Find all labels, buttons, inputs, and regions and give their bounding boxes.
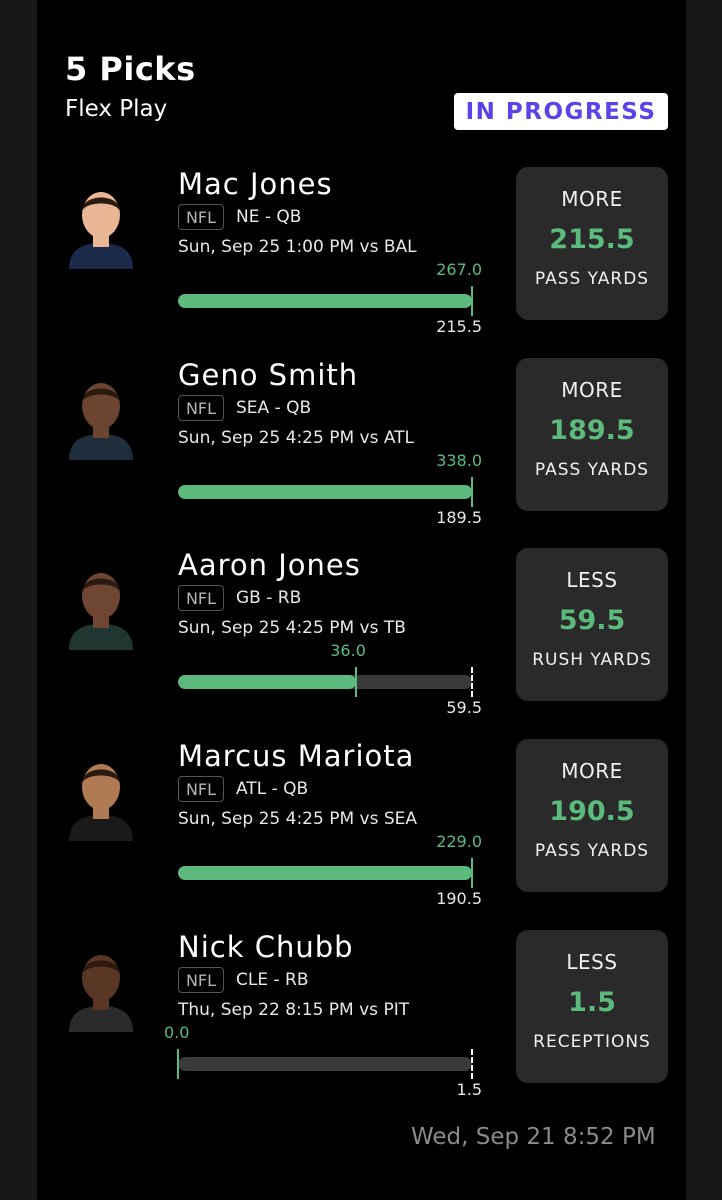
player-headshot-icon: [69, 764, 133, 841]
pick-count: 5 Picks: [65, 50, 196, 88]
pick-row[interactable]: Marcus Mariota NFL ATL - QB Sun, Sep 25 4:2…: [0, 739, 722, 929]
progress-fill: [178, 675, 356, 689]
prop-card[interactable]: MORE 190.5 PASS YARDS: [516, 739, 668, 892]
prop-direction: LESS: [566, 950, 618, 974]
player-name: Marcus Mariota: [178, 739, 415, 773]
entry-timestamp: Wed, Sep 21 8:52 PM: [411, 1124, 656, 1150]
line-marker: [471, 667, 473, 697]
player-name: Nick Chubb: [178, 930, 354, 964]
game-info: Sun, Sep 25 4:25 PM vs SEA: [178, 809, 418, 829]
player-headshot-icon: [69, 192, 133, 269]
line-value: 59.5: [446, 698, 482, 717]
player-headshot-icon: [69, 955, 133, 1032]
prop-stat: PASS YARDS: [534, 841, 650, 861]
game-info: Sun, Sep 25 1:00 PM vs BAL: [178, 237, 417, 257]
actual-marker: [354, 667, 357, 697]
prop-line: 59.5: [558, 605, 626, 636]
game-info: Sun, Sep 25 4:25 PM vs TB: [178, 618, 406, 638]
prop-card[interactable]: LESS 59.5 RUSH YARDS: [516, 548, 668, 701]
actual-value: 267.0: [436, 260, 482, 279]
game-info: Thu, Sep 22 8:15 PM vs PIT: [178, 1000, 410, 1020]
prop-card[interactable]: LESS 1.5 RECEPTIONS: [516, 930, 668, 1083]
league-badge: NFL: [178, 395, 224, 421]
player-name: Mac Jones: [178, 167, 333, 201]
actual-value: 338.0: [436, 451, 482, 470]
play-type: Flex Play: [65, 96, 168, 122]
game-info: Sun, Sep 25 4:25 PM vs ATL: [178, 428, 415, 448]
prop-card[interactable]: MORE 189.5 PASS YARDS: [516, 358, 668, 511]
prop-direction: MORE: [561, 378, 623, 402]
progress-fill: [178, 866, 472, 880]
pick-row[interactable]: Nick Chubb NFL CLE - RB Thu, Sep 22 8:15 PM…: [0, 930, 722, 1120]
progress-bar: [178, 675, 472, 689]
line-marker: [471, 1049, 473, 1079]
prop-direction: MORE: [561, 187, 623, 211]
prop-stat: RUSH YARDS: [532, 650, 652, 670]
league-badge: NFL: [178, 585, 224, 611]
team-position: CLE - RB: [236, 970, 309, 990]
actual-marker: [471, 858, 473, 888]
league-badge: NFL: [178, 204, 224, 230]
player-name: Aaron Jones: [178, 548, 361, 582]
status-badge: IN PROGRESS: [454, 93, 668, 130]
prop-direction: LESS: [566, 568, 618, 592]
line-value: 1.5: [456, 1080, 482, 1099]
actual-value: 229.0: [436, 832, 482, 851]
line-value: 189.5: [436, 508, 482, 527]
team-position: ATL - QB: [236, 779, 309, 799]
progress-fill: [178, 485, 472, 499]
progress-bar: [178, 294, 472, 308]
league-badge: NFL: [178, 776, 224, 802]
pick-row[interactable]: Geno Smith NFL SEA - QB Sun, Sep 25 4:25 PM…: [0, 358, 722, 548]
team-position: SEA - QB: [236, 398, 312, 418]
pick-row[interactable]: Aaron Jones NFL GB - RB Sun, Sep 25 4:25 PM…: [0, 548, 722, 738]
player-name: Geno Smith: [178, 358, 359, 392]
actual-marker: [471, 286, 473, 316]
actual-value: 0.0: [164, 1023, 190, 1042]
player-headshot-icon: [69, 383, 133, 460]
prop-stat: RECEPTIONS: [533, 1032, 651, 1052]
prop-line: 215.5: [549, 224, 635, 255]
league-badge: NFL: [178, 967, 224, 993]
prop-line: 190.5: [549, 796, 635, 827]
line-value: 215.5: [436, 317, 482, 336]
team-position: GB - RB: [236, 588, 302, 608]
team-position: NE - QB: [236, 207, 302, 227]
progress-bar: [178, 866, 472, 880]
progress-fill: [178, 294, 472, 308]
prop-stat: PASS YARDS: [534, 460, 650, 480]
prop-line: 1.5: [568, 987, 616, 1018]
prop-line: 189.5: [549, 415, 635, 446]
actual-marker: [177, 1049, 179, 1079]
progress-bar: [178, 1057, 472, 1071]
actual-marker: [471, 477, 473, 507]
player-headshot-icon: [69, 573, 133, 650]
line-value: 190.5: [436, 889, 482, 908]
prop-direction: MORE: [561, 759, 623, 783]
progress-bar: [178, 485, 472, 499]
prop-stat: PASS YARDS: [534, 269, 650, 289]
actual-value: 36.0: [330, 641, 366, 660]
pick-row[interactable]: Mac Jones NFL NE - QB Sun, Sep 25 1:00 PM v…: [0, 167, 722, 357]
prop-card[interactable]: MORE 215.5 PASS YARDS: [516, 167, 668, 320]
